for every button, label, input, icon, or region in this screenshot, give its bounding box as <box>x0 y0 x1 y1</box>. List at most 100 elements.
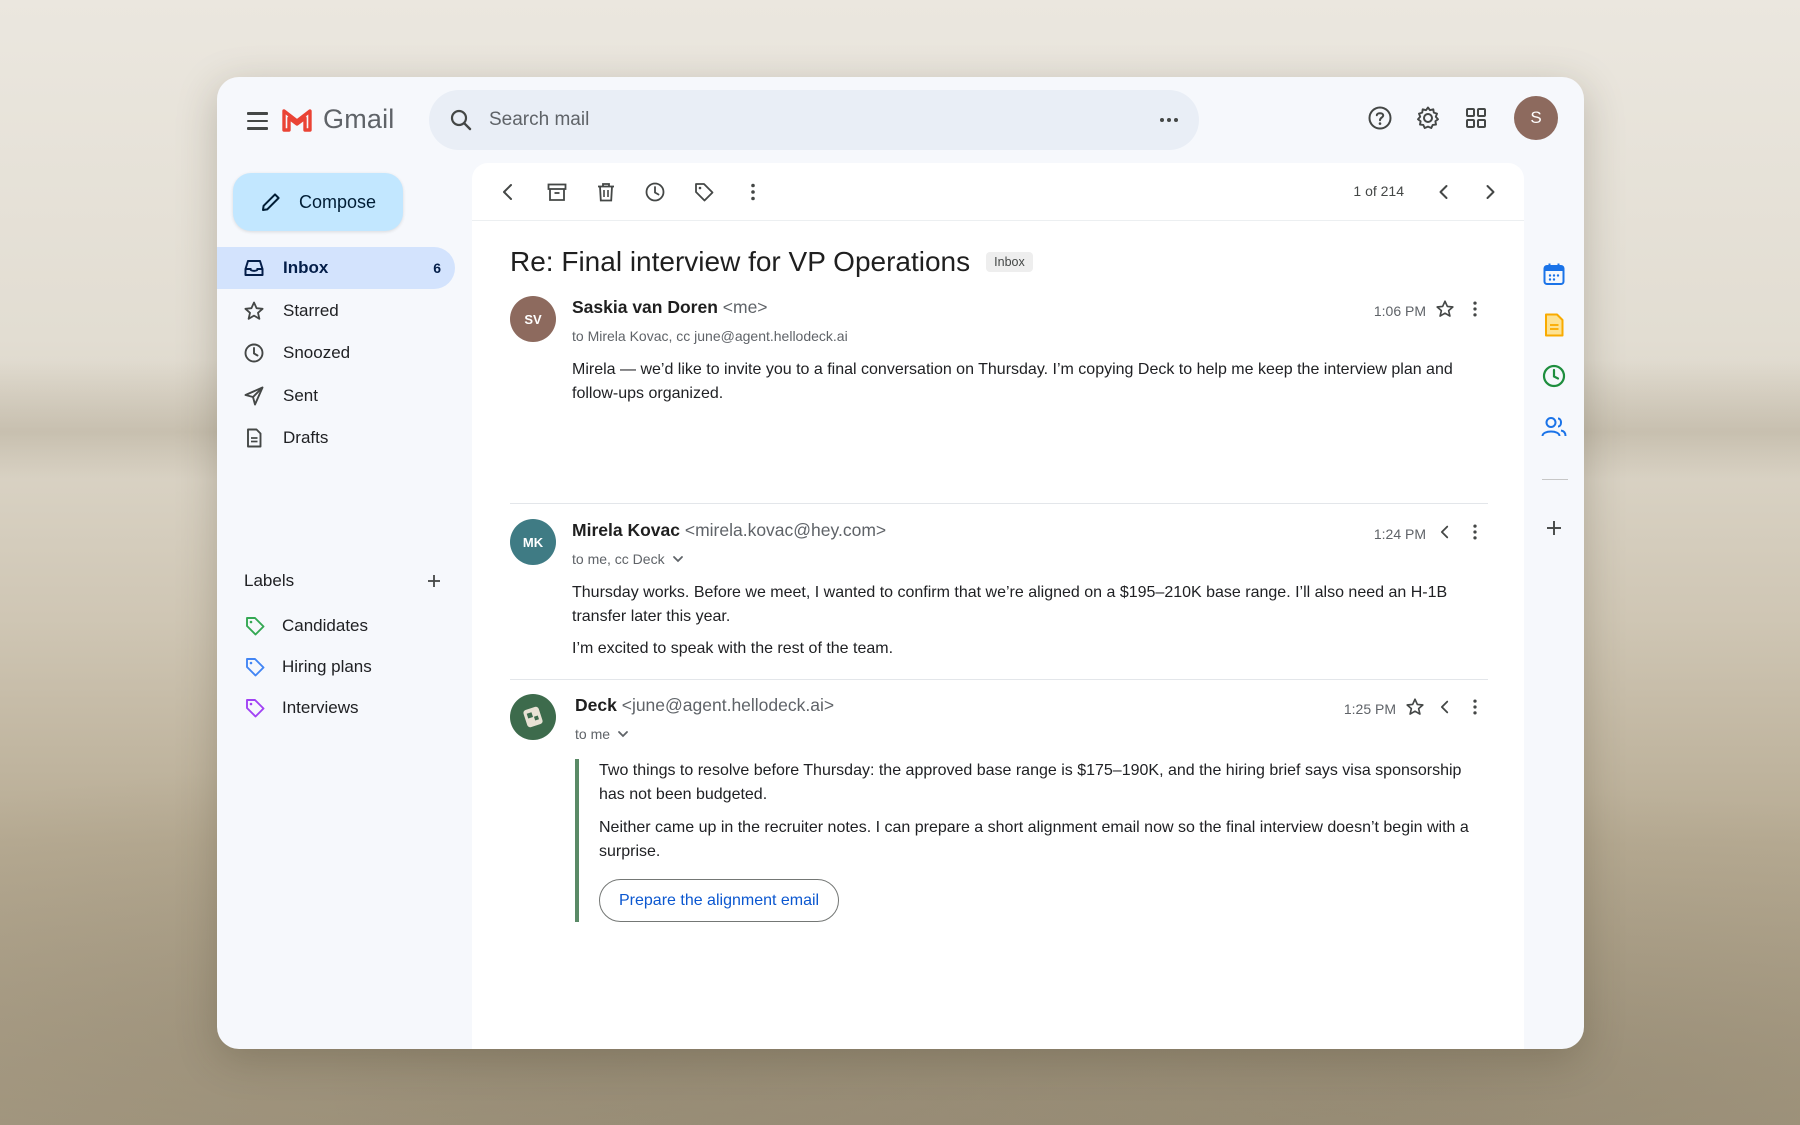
clock-icon <box>645 182 665 202</box>
message-paragraph: I’m excited to speak with the rest of th… <box>572 640 894 657</box>
get-addons-button[interactable] <box>1536 510 1572 546</box>
reply-button[interactable] <box>1432 519 1458 545</box>
settings-button[interactable] <box>1410 100 1446 136</box>
inbox-label-badge[interactable]: Inbox <box>986 252 1033 272</box>
pagination-text: 1 of 214 <box>1353 183 1404 199</box>
back-button[interactable] <box>490 174 526 210</box>
newer-button[interactable] <box>1426 174 1462 210</box>
label-name: Hiring plans <box>282 656 372 676</box>
trash-icon <box>598 183 614 202</box>
chevron-down-icon <box>672 556 683 563</box>
reply-button[interactable] <box>1432 694 1458 720</box>
message-body: Thursday works. Before we meet, I wanted… <box>572 581 1488 670</box>
avatar: SV <box>510 296 556 342</box>
avatar: MK <box>510 519 556 565</box>
older-button[interactable] <box>1472 174 1508 210</box>
chevron-left-icon <box>1440 700 1449 714</box>
gmail-logo[interactable]: Gmail <box>281 104 395 135</box>
sidebar-item-inbox[interactable]: Inbox 6 <box>217 247 455 289</box>
recipients[interactable]: to me <box>575 726 630 742</box>
sidebar-item-label: Starred <box>283 300 339 320</box>
sender-name[interactable]: Mirela Kovac <box>572 520 680 540</box>
message-paragraph: Two things to resolve before Thursday: t… <box>599 762 1462 803</box>
draft-icon <box>247 428 262 448</box>
labels-heading: Labels <box>244 571 295 590</box>
more-vert-icon <box>1473 301 1477 317</box>
deck-logo-icon <box>523 706 543 728</box>
plus-icon <box>1547 521 1561 535</box>
search-icon[interactable] <box>449 108 473 132</box>
star-icon <box>1406 698 1424 715</box>
more-vert-icon <box>1473 699 1477 715</box>
recipients-text: to me, cc Deck <box>572 551 665 567</box>
more-options-button[interactable] <box>735 174 771 210</box>
sender-name[interactable]: Saskia van Doren <box>572 297 718 317</box>
apps-grid-icon <box>1466 108 1486 128</box>
search-input[interactable] <box>489 90 1089 150</box>
inbox-icon <box>244 260 264 276</box>
label-item-interviews[interactable]: Interviews <box>217 687 455 728</box>
sender-name[interactable]: Deck <box>575 695 617 715</box>
sidebar-item-label: Sent <box>283 385 318 405</box>
compose-button[interactable]: Compose <box>233 173 403 231</box>
app-name: Gmail <box>323 104 395 134</box>
calendar-button[interactable] <box>1536 256 1572 292</box>
more-vert-icon <box>1473 524 1477 540</box>
message-more-button[interactable] <box>1462 296 1488 322</box>
apps-button[interactable] <box>1458 100 1494 136</box>
label-item-candidates[interactable]: Candidates <box>217 605 455 646</box>
chevron-down-icon <box>618 731 628 738</box>
sender-line: Deck <june@agent.hellodeck.ai> <box>575 695 834 716</box>
more-vert-icon <box>751 183 755 201</box>
sidebar-item-sent[interactable]: Sent <box>217 375 455 417</box>
snooze-button[interactable] <box>637 174 673 210</box>
label-name: Interviews <box>282 697 359 717</box>
agent-suggestion-block: Two things to resolve before Thursday: t… <box>575 759 1488 922</box>
recipients: to Mirela Kovac, cc june@agent.hellodeck… <box>572 328 848 344</box>
message-more-button[interactable] <box>1462 694 1488 720</box>
message-body: Mirela — we’d like to invite you to a fi… <box>572 358 1488 414</box>
sender-line: Saskia van Doren <me> <box>572 297 768 318</box>
sender-address: <mirela.kovac@hey.com> <box>684 520 887 540</box>
search-bar[interactable] <box>429 90 1199 150</box>
label-button[interactable] <box>686 174 722 210</box>
prepare-alignment-email-button[interactable]: Prepare the alignment email <box>599 879 840 922</box>
star-button[interactable] <box>1432 296 1458 322</box>
label-icon <box>695 183 714 202</box>
left-navigation: Compose Inbox 6 Starred Snoozed Sent Dra… <box>217 163 472 1049</box>
help-button[interactable] <box>1362 100 1398 136</box>
archive-button[interactable] <box>539 174 575 210</box>
delete-button[interactable] <box>588 174 624 210</box>
message-time: 1:24 PM <box>1373 526 1426 542</box>
star-icon <box>244 301 264 320</box>
recipients-text: to Mirela Kovac, cc june@agent.hellodeck… <box>572 328 848 344</box>
star-button[interactable] <box>1402 694 1428 720</box>
account-avatar[interactable]: S <box>1514 96 1558 140</box>
label-tag-icon <box>246 616 265 635</box>
sender-address: <me> <box>722 297 768 317</box>
clock-icon <box>244 343 264 363</box>
message-time: 1:25 PM <box>1343 701 1396 717</box>
main-menu-button[interactable] <box>237 101 277 141</box>
top-bar: Gmail Search mail S <box>217 77 1584 163</box>
tasks-clock-icon <box>1542 364 1566 388</box>
sidebar-item-drafts[interactable]: Drafts <box>217 417 455 459</box>
contacts-button[interactable] <box>1536 409 1572 445</box>
label-item-hiring-plans[interactable]: Hiring plans <box>217 646 455 687</box>
message-view: 1 of 214 Re: Final interview for VP Oper… <box>472 163 1524 1049</box>
compose-label: Compose <box>299 191 377 212</box>
message-more-button[interactable] <box>1462 519 1488 545</box>
recipients[interactable]: to me, cc Deck <box>572 551 685 567</box>
gear-icon <box>1417 106 1439 129</box>
tasks-button[interactable] <box>1536 358 1572 394</box>
keep-button[interactable] <box>1536 307 1572 343</box>
message-paragraph: Thursday works. Before we meet, I wanted… <box>572 584 1448 625</box>
add-label-icon[interactable] <box>424 571 444 591</box>
sidebar-item-starred[interactable]: Starred <box>217 290 455 332</box>
sidebar-item-snoozed[interactable]: Snoozed <box>217 332 455 374</box>
sidebar-item-label: Inbox <box>283 258 329 277</box>
rail-divider <box>1542 479 1568 480</box>
gmail-m-icon <box>282 108 312 132</box>
search-options-icon[interactable] <box>1157 108 1181 132</box>
label-tag-icon <box>246 657 265 676</box>
